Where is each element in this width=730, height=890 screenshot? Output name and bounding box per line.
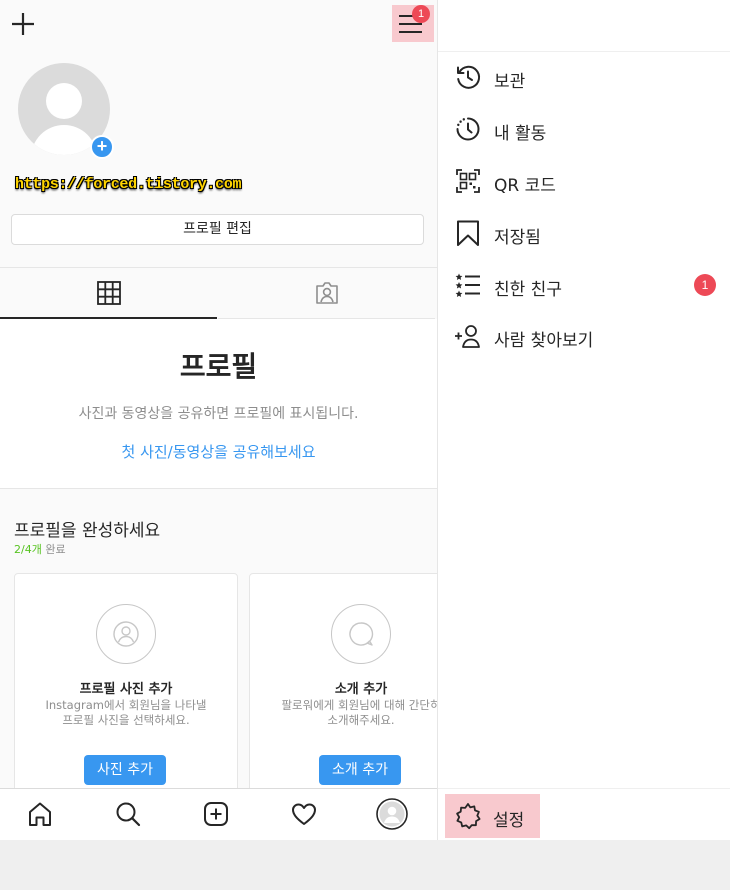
tagged-person-icon — [315, 282, 338, 304]
menu-button[interactable]: 1 — [392, 5, 434, 42]
settings-button[interactable]: 설정 — [445, 794, 540, 838]
top-bar: 1 — [0, 0, 437, 52]
drawer-item-label: 저장됨 — [494, 228, 541, 248]
profile-pane: 1 + https://forced.tistory.com 프로필 편집 프로… — [0, 0, 473, 840]
bookmark-icon — [453, 218, 483, 248]
archive-icon — [453, 62, 483, 92]
edit-profile-button[interactable]: 프로필 편집 — [11, 214, 424, 245]
progress-suffix: 완료 — [45, 543, 66, 556]
drawer-item-saved[interactable]: 저장됨 — [438, 211, 730, 255]
settings-label: 설정 — [493, 811, 525, 831]
menu-notification-badge: 1 — [412, 5, 430, 23]
drawer-item-label: 보관 — [494, 72, 526, 92]
drawer-item-label: 사람 찾아보기 — [494, 331, 594, 351]
drawer-item-label: QR 코드 — [494, 176, 556, 196]
drawer-item-archive[interactable]: 보관 — [438, 55, 730, 99]
create-post-icon[interactable] — [201, 799, 231, 829]
speech-bubble-icon — [331, 604, 391, 664]
share-first-photo-link[interactable]: 첫 사진/동영상을 공유해보세요 — [0, 441, 437, 462]
drawer-header — [438, 0, 730, 52]
drawer-item-activity[interactable]: 내 활동 — [438, 107, 730, 151]
add-avatar-icon[interactable]: + — [90, 135, 114, 159]
card-description: 팔로워에게 회원님에 대해 간단히 소개해주세요. — [258, 698, 464, 728]
add-photo-button[interactable]: 사진 추가 — [84, 755, 166, 785]
search-icon[interactable] — [113, 799, 143, 829]
side-drawer: 보관 내 활동 QR 코드 저장됨 친한 친구 1 사람 찾아보기 설정 — [437, 0, 730, 840]
screen: 1 + https://forced.tistory.com 프로필 편집 프로… — [0, 0, 730, 840]
discover-people-icon — [453, 321, 483, 351]
notification-badge: 1 — [694, 274, 716, 296]
card-description-line: 팔로워에게 회원님에 대해 간단히 — [281, 698, 441, 712]
empty-profile-section: 프로필 사진과 동영상을 공유하면 프로필에 표시됩니다. 첫 사진/동영상을 … — [0, 319, 437, 489]
profile-tabs — [0, 267, 437, 319]
grid-icon — [96, 280, 121, 305]
close-friends-icon — [453, 270, 483, 300]
new-post-icon[interactable] — [8, 9, 38, 39]
add-photo-card: 프로필 사진 추가 Instagram에서 회원님을 나타낼 프로필 사진을 선… — [14, 573, 238, 803]
drawer-item-label: 내 활동 — [494, 124, 547, 144]
complete-profile-title: 프로필을 완성하세요 — [14, 521, 161, 541]
profile-photo-icon — [96, 604, 156, 664]
add-bio-button[interactable]: 소개 추가 — [319, 755, 401, 785]
drawer-item-close-friends[interactable]: 친한 친구 1 — [438, 263, 730, 307]
avatar[interactable]: + — [18, 63, 114, 159]
qr-code-icon — [453, 166, 483, 196]
card-description-line: 프로필 사진을 선택하세요. — [62, 713, 190, 727]
complete-profile-progress: 2/4개 완료 — [14, 541, 66, 557]
home-icon[interactable] — [25, 799, 55, 829]
bottom-navigation — [0, 788, 437, 840]
drawer-item-label: 친한 친구 — [494, 280, 562, 300]
drawer-item-qr-code[interactable]: QR 코드 — [438, 159, 730, 203]
tab-grid[interactable] — [0, 268, 217, 319]
heart-icon[interactable] — [289, 799, 319, 829]
progress-count: 2/4개 — [14, 543, 42, 556]
gear-icon — [453, 801, 483, 831]
card-title: 프로필 사진 추가 — [79, 682, 173, 697]
watermark-text: https://forced.tistory.com — [15, 176, 242, 193]
card-description-line: Instagram에서 회원님을 나타낼 — [45, 698, 207, 712]
card-description-line: 소개해주세요. — [327, 713, 395, 727]
drawer-footer: 설정 — [438, 788, 730, 840]
activity-icon — [453, 114, 483, 144]
empty-title: 프로필 — [179, 350, 258, 383]
drawer-item-discover-people[interactable]: 사람 찾아보기 — [438, 314, 730, 358]
tab-tagged[interactable] — [218, 268, 435, 319]
card-description: Instagram에서 회원님을 나타낼 프로필 사진을 선택하세요. — [23, 698, 229, 728]
profile-tab-icon[interactable] — [376, 798, 408, 830]
empty-description: 사진과 동영상을 공유하면 프로필에 표시됩니다. — [78, 406, 359, 422]
complete-profile-section: 프로필을 완성하세요 2/4개 완료 프로필 사진 추가 Instagram에서… — [0, 490, 473, 803]
